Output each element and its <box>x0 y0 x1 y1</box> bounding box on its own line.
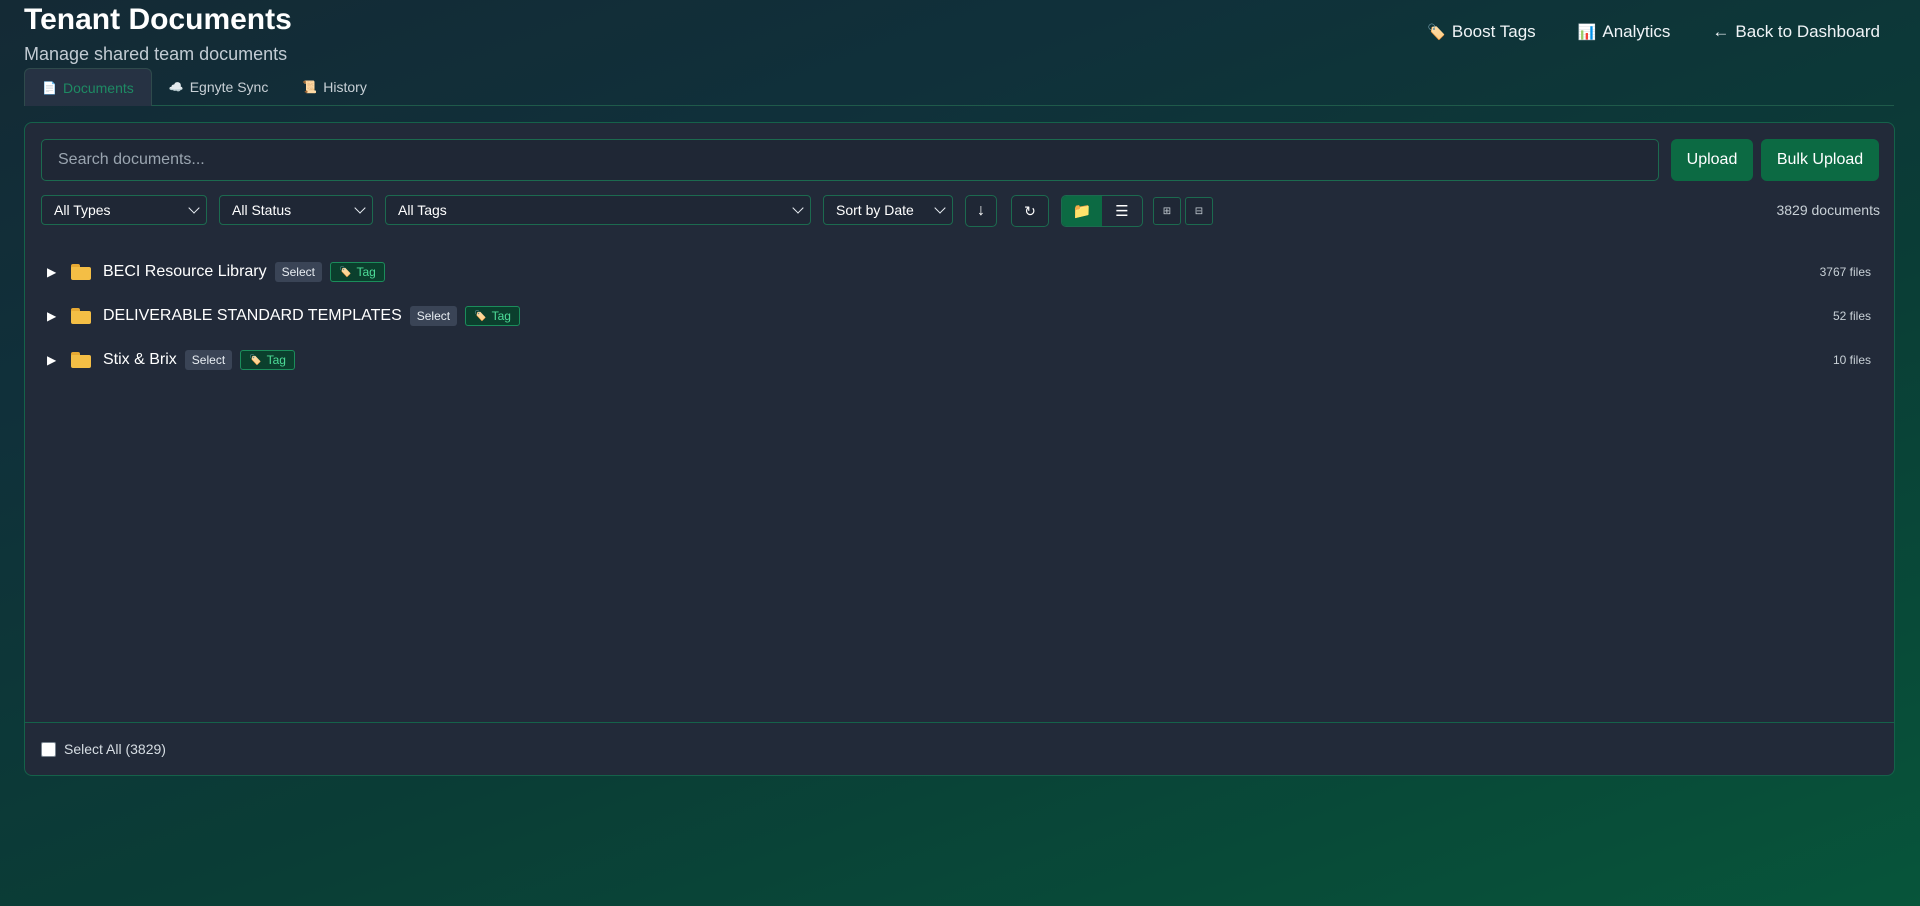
folder-icon: 📁 <box>1072 203 1092 220</box>
tab-documents[interactable]: 📄 Documents <box>24 68 152 106</box>
folder-row: ▶ Stix & Brix Select 🏷️ Tag 10 files <box>41 345 1879 375</box>
expand-all-icon: ⊞ <box>1162 205 1172 217</box>
folder-select-button[interactable]: Select <box>184 350 233 370</box>
status-filter-select[interactable]: All Status <box>219 195 373 225</box>
boost-tags-link[interactable]: 🏷️ Boost Tags <box>1427 22 1535 42</box>
folder-tag-label: Tag <box>491 309 511 323</box>
tag-icon: 🏷️ <box>1427 24 1446 41</box>
folder-row: ▶ DELIVERABLE STANDARD TEMPLATES Select … <box>41 301 1879 331</box>
panel-footer: Select All (3829) <box>25 722 1894 775</box>
folder-icon[interactable] <box>71 352 93 368</box>
chevron-down-icon <box>934 202 946 214</box>
collapse-all-icon: ⊟ <box>1194 205 1204 217</box>
list-icon: ☰ <box>1115 203 1129 220</box>
folder-tag-button[interactable]: 🏷️ Tag <box>465 306 520 326</box>
sort-select[interactable]: Sort by Date <box>823 195 953 225</box>
list-view-button[interactable]: ☰ <box>1102 196 1142 226</box>
folder-view-button[interactable]: 📁 <box>1062 196 1102 226</box>
folder-file-count: 10 files <box>1832 353 1871 367</box>
chevron-right-icon[interactable]: ▶ <box>47 353 67 367</box>
folder-tag-button[interactable]: 🏷️ Tag <box>329 262 385 282</box>
folder-icon[interactable] <box>71 264 93 280</box>
tab-bar: 📄 Documents ☁️ Egnyte Sync 📜 History <box>24 68 1894 106</box>
back-to-dashboard-label: Back to Dashboard <box>1735 22 1880 41</box>
tag-filter-select[interactable]: All Tags <box>385 195 811 225</box>
tag-icon: 🏷️ <box>249 354 262 366</box>
folder-name[interactable]: Stix & Brix <box>103 351 177 369</box>
cloud-icon: ☁️ <box>168 80 184 94</box>
header-actions: 🏷️ Boost Tags 📊 Analytics ← Back to Dash… <box>1427 22 1880 42</box>
refresh-button[interactable]: ↻ <box>1011 195 1049 227</box>
bulk-upload-button[interactable]: Bulk Upload <box>1761 139 1879 181</box>
tab-egnyte-sync-label: Egnyte Sync <box>189 79 269 95</box>
document-icon: 📄 <box>42 80 57 95</box>
page-subtitle: Manage shared team documents <box>24 44 288 64</box>
sort-direction-button[interactable]: ↓ <box>965 195 997 227</box>
type-filter-value: All Types <box>54 202 111 218</box>
folder-row: ▶ BECI Resource Library Select 🏷️ Tag 37… <box>41 257 1879 287</box>
folder-select-button[interactable]: Select <box>274 262 322 282</box>
folder-tag-label: Tag <box>266 353 286 367</box>
bar-chart-icon: 📊 <box>1577 24 1597 41</box>
tag-filter-value: All Tags <box>398 202 447 218</box>
folder-icon[interactable] <box>71 308 93 324</box>
back-to-dashboard-link[interactable]: ← Back to Dashboard <box>1712 22 1880 42</box>
tab-egnyte-sync[interactable]: ☁️ Egnyte Sync <box>152 68 286 106</box>
chevron-down-icon <box>354 202 366 214</box>
folder-name[interactable]: BECI Resource Library <box>103 263 267 281</box>
tag-icon: 🏷️ <box>474 310 487 322</box>
upload-button[interactable]: Upload <box>1671 139 1753 181</box>
expand-all-button[interactable]: ⊞ <box>1153 197 1181 225</box>
chevron-right-icon[interactable]: ▶ <box>47 265 67 279</box>
collapse-all-button[interactable]: ⊟ <box>1185 197 1213 225</box>
folder-select-button[interactable]: Select <box>409 306 458 326</box>
arrow-down-icon: ↓ <box>977 202 985 219</box>
chevron-down-icon <box>188 202 200 214</box>
status-filter-value: All Status <box>232 202 292 218</box>
folder-tag-label: Tag <box>356 265 376 279</box>
page-title: Tenant Documents <box>24 3 292 36</box>
refresh-icon: ↻ <box>1024 202 1036 219</box>
folder-name[interactable]: DELIVERABLE STANDARD TEMPLATES <box>103 307 402 325</box>
arrow-left-icon: ← <box>1712 22 1730 41</box>
tab-history-label: History <box>323 79 367 95</box>
search-input[interactable] <box>41 139 1659 181</box>
view-mode-toggle: 📁 ☰ <box>1061 195 1143 227</box>
select-all-checkbox[interactable] <box>41 741 56 757</box>
documents-panel: Upload Bulk Upload All Types All Status … <box>24 122 1895 776</box>
page-header: Tenant Documents Manage shared team docu… <box>24 0 1894 72</box>
boost-tags-label: Boost Tags <box>1451 22 1536 41</box>
document-count: 3829 documents <box>1776 202 1880 218</box>
tab-history[interactable]: 📜 History <box>285 68 384 106</box>
tag-icon: 🏷️ <box>338 266 352 278</box>
folder-file-count: 52 files <box>1832 309 1871 323</box>
analytics-link[interactable]: 📊 Analytics <box>1578 22 1671 42</box>
chevron-right-icon[interactable]: ▶ <box>47 309 67 323</box>
select-all-label[interactable]: Select All (3829) <box>64 741 166 757</box>
analytics-label: Analytics <box>1602 22 1671 41</box>
type-filter-select[interactable]: All Types <box>41 195 207 225</box>
tab-documents-label: Documents <box>62 79 134 96</box>
scroll-icon: 📜 <box>302 80 318 94</box>
sort-value: Sort by Date <box>836 202 914 218</box>
folder-tag-button[interactable]: 🏷️ Tag <box>240 350 295 370</box>
chevron-down-icon <box>792 202 804 214</box>
folder-file-count: 3767 files <box>1819 265 1871 279</box>
